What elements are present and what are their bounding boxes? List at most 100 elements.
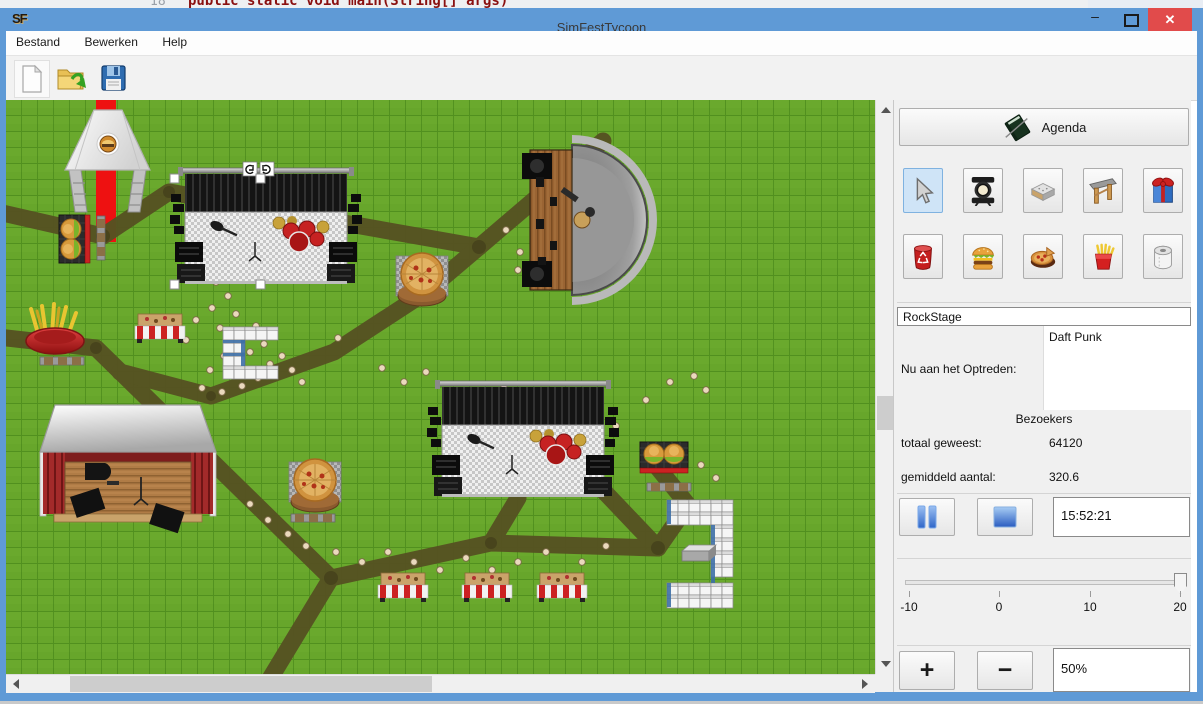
striped-stall-4[interactable] <box>537 573 587 602</box>
cursor-icon <box>908 176 938 206</box>
pizza-table-1[interactable] <box>396 253 448 306</box>
maximize-icon <box>1124 14 1139 27</box>
desktop-background: 18 public static void main(String[] args… <box>0 0 1203 8</box>
striped-stall-2[interactable] <box>378 573 428 602</box>
open-file-button[interactable] <box>54 60 88 96</box>
scroll-up-icon[interactable] <box>881 107 891 113</box>
theater-stage[interactable] <box>40 405 216 533</box>
tool-toilet-paper[interactable] <box>1143 234 1183 279</box>
slider-label-max: 20 <box>1160 600 1200 614</box>
pause-button[interactable] <box>899 498 955 536</box>
close-button[interactable]: ✕ <box>1148 8 1192 31</box>
slider-label-10: 10 <box>1070 600 1110 614</box>
save-button[interactable] <box>96 60 130 96</box>
tool-entrance-gate[interactable] <box>1083 168 1123 213</box>
side-panel: Agenda <box>897 100 1191 692</box>
title-bar[interactable]: SimFestTycoon <box>0 8 1203 31</box>
zoom-level-field[interactable]: 50% <box>1053 648 1190 692</box>
slider-tick <box>1180 591 1181 597</box>
striped-stall-3[interactable] <box>462 573 512 602</box>
clock-display: 15:52:21 <box>1053 497 1190 537</box>
slider-label-min: -10 <box>889 600 929 614</box>
save-icon <box>99 63 127 93</box>
app-icon: SF <box>12 11 27 26</box>
section-divider <box>897 558 1191 559</box>
menu-bar: Bestand Bewerken Help <box>6 31 1197 56</box>
tool-fries[interactable] <box>1083 234 1123 279</box>
tool-stage-platform[interactable] <box>1023 168 1063 213</box>
speed-slider-track[interactable] <box>905 580 1187 585</box>
gift-icon <box>1148 176 1178 206</box>
scroll-down-icon[interactable] <box>881 661 891 667</box>
visitors-average-label: gemiddeld aantal: <box>901 470 996 484</box>
minimize-button[interactable]: – <box>1078 8 1112 31</box>
bench-3[interactable] <box>291 514 335 522</box>
slider-tick <box>1090 591 1091 597</box>
bench-1[interactable] <box>97 216 105 260</box>
open-file-icon <box>55 63 87 93</box>
agenda-label: Agenda <box>1042 120 1087 135</box>
horizontal-scroll-thumb[interactable] <box>70 676 432 692</box>
map-vertical-scrollbar[interactable] <box>875 100 894 674</box>
fries-icon <box>1088 242 1118 272</box>
scroll-left-icon[interactable] <box>13 679 19 689</box>
scroll-right-icon[interactable] <box>862 679 868 689</box>
slider-tick <box>909 591 910 597</box>
scrollbar-corner <box>875 674 893 692</box>
tool-burger[interactable] <box>963 234 1003 279</box>
burger-icon <box>968 242 998 272</box>
section-divider <box>897 302 1191 303</box>
maximize-button[interactable] <box>1112 8 1148 31</box>
pizza-icon <box>1028 242 1058 272</box>
tool-pizza[interactable] <box>1023 234 1063 279</box>
new-file-icon <box>18 64 46 94</box>
stage-name-field[interactable]: RockStage <box>897 307 1191 326</box>
burger-stand-2[interactable] <box>640 442 688 473</box>
tool-select-cursor[interactable] <box>903 168 943 213</box>
gate-icon <box>1088 176 1118 206</box>
new-file-button[interactable] <box>14 60 50 98</box>
zoom-in-button[interactable]: + <box>899 651 955 690</box>
burger-stand-1[interactable] <box>59 215 90 263</box>
section-divider <box>897 645 1191 646</box>
slider-tick <box>999 591 1000 597</box>
section-divider <box>897 493 1191 494</box>
stop-icon <box>992 504 1018 530</box>
spotlight-icon <box>968 176 998 206</box>
slider-label-0: 0 <box>979 600 1019 614</box>
menu-bestand[interactable]: Bestand <box>6 31 70 49</box>
bench-2[interactable] <box>40 357 84 365</box>
festival-map[interactable] <box>6 100 875 674</box>
background-code-text: public static void main(String[] args) <box>188 0 508 8</box>
trash-bin-icon <box>908 242 938 272</box>
vertical-scroll-thumb[interactable] <box>877 396 893 430</box>
rock-stage-1[interactable] <box>170 162 362 289</box>
info-slab[interactable] <box>682 545 716 561</box>
shell-stage[interactable] <box>522 139 653 301</box>
toilet-paper-icon <box>1148 242 1178 272</box>
stop-button[interactable] <box>977 498 1033 536</box>
bench-4[interactable] <box>647 483 691 491</box>
now-performing-label: Nu aan het Optreden: <box>901 362 1016 376</box>
zoom-out-button[interactable]: − <box>977 651 1033 690</box>
rock-stage-2[interactable] <box>427 380 619 497</box>
tool-spotlight[interactable] <box>963 168 1003 213</box>
visitors-average-value: 320.6 <box>1049 470 1079 484</box>
pause-icon <box>914 504 940 530</box>
background-window-edge <box>1088 0 1203 8</box>
menu-help[interactable]: Help <box>152 31 197 49</box>
toolbar <box>6 56 1197 101</box>
platform-icon <box>1028 176 1058 206</box>
agenda-book-icon <box>1002 112 1032 142</box>
visitors-total-value: 64120 <box>1049 436 1082 450</box>
pizza-table-2[interactable] <box>289 459 341 512</box>
tool-gift[interactable] <box>1143 168 1183 213</box>
code-line-number: 18 <box>150 0 166 8</box>
menu-bewerken[interactable]: Bewerken <box>75 31 148 49</box>
tool-trash-bin[interactable] <box>903 234 943 279</box>
visitors-total-label: totaal geweest: <box>901 436 982 450</box>
now-performing-value: Daft Punk <box>1049 330 1102 344</box>
map-horizontal-scrollbar[interactable] <box>6 674 875 693</box>
agenda-button[interactable]: Agenda <box>899 108 1189 146</box>
striped-stall-1[interactable] <box>135 314 185 343</box>
